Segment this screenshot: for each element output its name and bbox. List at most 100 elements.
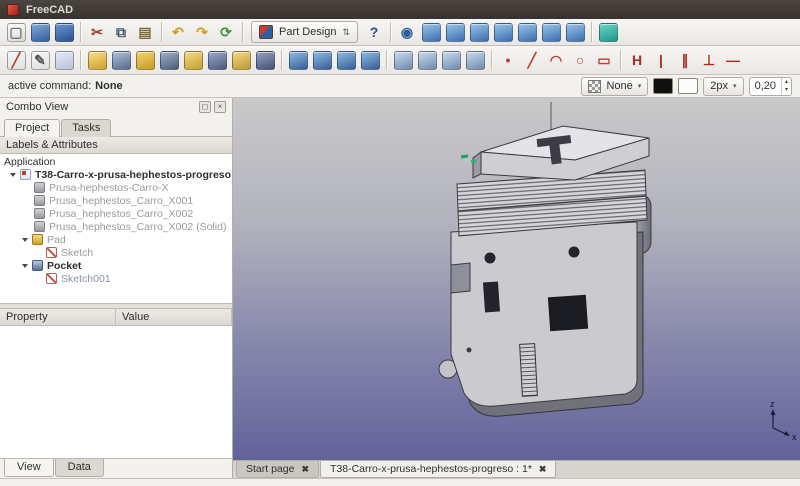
tree-item-sketch[interactable]: Sketch xyxy=(0,246,232,259)
undo-icon: ↶ xyxy=(172,24,184,40)
toolbar-separator xyxy=(591,22,593,42)
close-tab-icon[interactable]: ✖ xyxy=(301,464,309,475)
constraint-parallel-button[interactable]: ∥ xyxy=(673,48,697,72)
point-size-spinbox[interactable]: 0,20 ▴ ▾ xyxy=(748,76,792,96)
line-color-swatch[interactable] xyxy=(653,78,674,94)
new-body-button[interactable] xyxy=(596,20,620,44)
face-color-swatch[interactable] xyxy=(678,78,699,94)
edit-sketch-button[interactable]: ✎ xyxy=(28,48,52,72)
tree-item-part[interactable]: Prusa_hephestos_Carro_X001 xyxy=(0,194,232,207)
tree-item-label: Sketch001 xyxy=(61,272,111,285)
expand-arrow-icon[interactable] xyxy=(22,263,28,268)
spinner-arrows[interactable]: ▴ ▾ xyxy=(780,78,791,94)
view-bottom-button[interactable] xyxy=(539,20,563,44)
view-rear-button[interactable] xyxy=(515,20,539,44)
pad-button[interactable] xyxy=(85,48,109,72)
partdesign-toolbar: ╱ ✎ • ╱ ◠ ○ ▭ H | ∥ ⊥ — xyxy=(0,46,800,75)
undo-button[interactable]: ↶ xyxy=(166,20,190,44)
tab-tasks[interactable]: Tasks xyxy=(61,119,112,137)
view-left-button[interactable] xyxy=(563,20,587,44)
tab-document[interactable]: T38-Carro-x-prusa-hephestos-progreso : 1… xyxy=(320,461,557,478)
sketch-point-icon: • xyxy=(505,52,511,68)
view-right-button[interactable] xyxy=(491,20,515,44)
additive-loft-button[interactable] xyxy=(181,48,205,72)
pocket-button[interactable] xyxy=(109,48,133,72)
tab-project[interactable]: Project xyxy=(4,119,61,137)
create-sketch-button[interactable]: ╱ xyxy=(4,48,28,72)
draft-button[interactable] xyxy=(334,48,358,72)
tree-item-pocket[interactable]: Pocket xyxy=(0,259,232,272)
chamfer-button[interactable] xyxy=(310,48,334,72)
active-command-label: active command: xyxy=(8,80,92,92)
tab-start-page[interactable]: Start page ✖ xyxy=(236,461,319,478)
toolbar-separator xyxy=(491,50,492,70)
close-panel-icon[interactable]: × xyxy=(214,101,226,113)
workbench-label: Part Design xyxy=(279,26,337,38)
combo-arrows-icon: ⇅ xyxy=(342,26,351,37)
tree-item-sketch001[interactable]: Sketch001 xyxy=(0,272,232,285)
multi-transform-button[interactable] xyxy=(463,48,487,72)
tree-item-application[interactable]: Application xyxy=(0,155,232,168)
property-column-header[interactable]: Property xyxy=(0,309,116,325)
polar-pattern-button[interactable] xyxy=(439,48,463,72)
mirrored-button[interactable] xyxy=(391,48,415,72)
subtractive-pipe-button[interactable] xyxy=(253,48,277,72)
spin-down-icon[interactable]: ▾ xyxy=(782,86,791,94)
revolution-button[interactable] xyxy=(133,48,157,72)
constraint-perpendicular-button[interactable]: ⊥ xyxy=(697,48,721,72)
whats-this-button[interactable]: ? xyxy=(362,20,386,44)
save-document-button[interactable] xyxy=(52,20,76,44)
sketch-icon xyxy=(46,247,57,258)
tree-item-part[interactable]: Prusa-hephestos-Carro-X xyxy=(0,181,232,194)
expand-arrow-icon[interactable] xyxy=(22,237,28,242)
tree-item-part[interactable]: Prusa_hephestos_Carro_X002 (Solid) xyxy=(0,220,232,233)
copy-icon: ⧉ xyxy=(116,24,126,40)
workbench-selector[interactable]: Part Design ⇅ xyxy=(251,21,359,43)
groove-button[interactable] xyxy=(157,48,181,72)
thickness-button[interactable] xyxy=(358,48,382,72)
pattern-select[interactable]: None ▾ xyxy=(581,76,649,96)
additive-pipe-button[interactable] xyxy=(229,48,253,72)
subtractive-loft-button[interactable] xyxy=(205,48,229,72)
cut-button[interactable]: ✂ xyxy=(85,20,109,44)
tab-view[interactable]: View xyxy=(4,459,54,477)
cut-icon: ✂ xyxy=(91,24,103,40)
constraint-vertical-button[interactable]: | xyxy=(649,48,673,72)
sketch-line-button[interactable]: ╱ xyxy=(520,48,544,72)
close-tab-icon[interactable]: ✖ xyxy=(539,464,547,475)
line-width-select[interactable]: 2px ▾ xyxy=(703,76,744,96)
view-front-button[interactable] xyxy=(443,20,467,44)
redo-button[interactable]: ↷ xyxy=(190,20,214,44)
slot-hole xyxy=(482,281,501,313)
zoom-fit-all-button[interactable]: ◉ xyxy=(395,20,419,44)
freecad-logo-icon xyxy=(7,3,19,16)
map-sketch-button[interactable] xyxy=(52,48,76,72)
tab-data[interactable]: Data xyxy=(54,459,104,477)
status-bar xyxy=(0,478,800,486)
view-top-button[interactable] xyxy=(467,20,491,44)
tree-item-document[interactable]: T38-Carro-x-prusa-hephestos-progreso xyxy=(0,168,232,181)
linear-pattern-button[interactable] xyxy=(415,48,439,72)
spin-up-icon[interactable]: ▴ xyxy=(782,78,791,86)
tree-item-pad[interactable]: Pad xyxy=(0,233,232,246)
part-icon xyxy=(34,195,45,206)
new-document-button[interactable]: ▢ xyxy=(4,20,28,44)
sketch-arc-button[interactable]: ◠ xyxy=(544,48,568,72)
copy-button[interactable]: ⧉ xyxy=(109,20,133,44)
paste-button[interactable]: ▤ xyxy=(133,20,157,44)
sketch-point-button[interactable]: • xyxy=(496,48,520,72)
open-document-button[interactable] xyxy=(28,20,52,44)
tree-item-part[interactable]: Prusa_hephestos_Carro_X002 xyxy=(0,207,232,220)
fillet-button[interactable] xyxy=(286,48,310,72)
3d-viewport[interactable]: x z xyxy=(233,98,800,460)
sketch-circle-button[interactable]: ○ xyxy=(568,48,592,72)
constraint-perpendicular-icon: ⊥ xyxy=(702,52,716,68)
refresh-button[interactable]: ⟳ xyxy=(214,20,238,44)
expand-arrow-icon[interactable] xyxy=(10,172,16,177)
float-panel-icon[interactable]: ◻ xyxy=(199,101,211,113)
constraint-horizontal-button[interactable]: H xyxy=(625,48,649,72)
sketch-rectangle-button[interactable]: ▭ xyxy=(592,48,616,72)
constraint-distance-button[interactable]: — xyxy=(721,48,745,72)
view-isometric-button[interactable] xyxy=(419,20,443,44)
value-column-header[interactable]: Value xyxy=(116,309,232,325)
